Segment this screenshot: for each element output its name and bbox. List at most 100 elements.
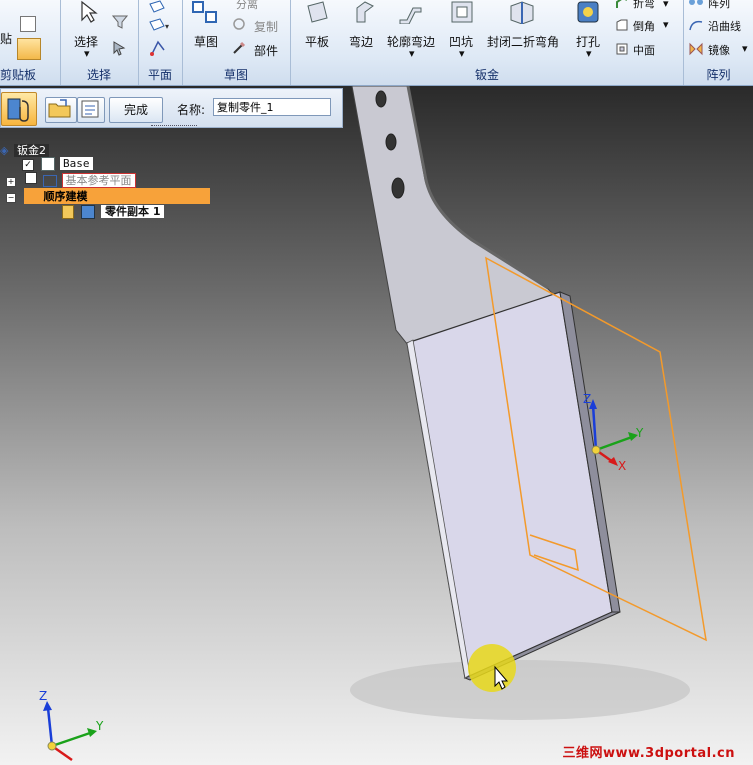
sheetmetal-group-label: 钣金 xyxy=(474,68,499,82)
separate-button[interactable]: 分离 xyxy=(236,0,258,12)
tree-ref-planes-label: 基本参考平面 xyxy=(61,173,136,188)
plane-group-label: 平面 xyxy=(147,68,172,82)
expand-icon[interactable]: + xyxy=(6,177,16,187)
options-button[interactable] xyxy=(77,97,105,123)
paperclip-icon xyxy=(7,98,29,122)
closed-corner-icon[interactable] xyxy=(507,0,537,24)
part-shadow xyxy=(350,660,690,720)
command-bar: 完成 名称: xyxy=(0,88,343,128)
flange-icon[interactable] xyxy=(353,0,379,24)
collapse-icon[interactable]: − xyxy=(6,193,16,203)
properties-icon xyxy=(81,100,99,118)
select-group: 选择 ▾ 选择 xyxy=(60,0,139,85)
tree-root[interactable]: ◈ 钣金2 xyxy=(0,142,49,158)
part-triad-y: Y xyxy=(635,426,644,440)
view-triad-y: Y xyxy=(95,719,104,733)
closed-corner-button[interactable]: 封闭二折弯角 xyxy=(487,33,559,50)
command-bar-grip[interactable] xyxy=(151,125,197,129)
bend-button[interactable]: 折弯 xyxy=(633,0,655,11)
part-triad-z: Z xyxy=(583,392,591,406)
coincident-plane-icon[interactable]: ▾ xyxy=(148,18,172,32)
sketch-group-label: 草图 xyxy=(223,68,248,82)
copy-part-step-button[interactable] xyxy=(1,92,37,126)
folder-icon xyxy=(48,99,71,118)
sketch-group: 草图 分离 复制 部件 草图 xyxy=(182,0,291,85)
cursor-highlight xyxy=(468,644,516,692)
flat-button[interactable]: 平板 xyxy=(305,33,329,50)
sheetmetal-doc-icon: ◈ xyxy=(0,144,9,157)
sheetmetal-group: 平板 弯边 轮廓弯边 ▾ 凹坑 ▾ 封闭二折弯角 打孔 ▾ 折弯 ▾ 倒角 ▾ … xyxy=(291,0,684,85)
sketch-icon[interactable] xyxy=(190,0,220,26)
clipboard-group: 贴 剪贴板 xyxy=(0,0,61,85)
midplane-icon[interactable] xyxy=(615,42,629,56)
contour-flange-icon[interactable] xyxy=(397,0,425,24)
tree-item-part-copy[interactable]: 零件副本 1 xyxy=(62,203,165,219)
tree-item-base[interactable]: ✓ Base xyxy=(22,157,93,171)
part-button[interactable]: 部件 xyxy=(254,42,278,59)
tree-item-ref-planes[interactable]: + 基本参考平面 xyxy=(6,172,136,188)
copy-icon[interactable] xyxy=(20,16,36,32)
copy-button[interactable]: 复制 xyxy=(254,18,278,35)
pattern-group: 阵列 沿曲线 镜像 ▾ 阵列 xyxy=(684,0,753,85)
pick-icon[interactable] xyxy=(112,40,128,56)
chamfer-dropdown-icon[interactable]: ▾ xyxy=(663,18,669,31)
punch-icon[interactable] xyxy=(575,0,601,24)
tree-item-ordered[interactable]: − 顺序建模 xyxy=(6,188,210,204)
name-label: 名称: xyxy=(177,103,206,117)
chamfer-icon[interactable] xyxy=(615,18,629,32)
base-checkbox[interactable]: ✓ xyxy=(22,159,34,171)
feature-icon xyxy=(80,205,95,219)
pattern-button[interactable]: 阵列 xyxy=(708,0,730,11)
paste-button[interactable]: 贴 xyxy=(0,30,12,47)
midplane-button[interactable]: 中面 xyxy=(633,42,655,58)
copy-sketch-icon[interactable] xyxy=(232,17,246,31)
ribbon-toolbar: 贴 剪贴板 选择 ▾ 选择 ▾ 平面 草图 分离 复制 部件 草图 平板 弯边 … xyxy=(0,0,753,86)
select-group-label: 选择 xyxy=(86,68,111,82)
coordinate-system-icon xyxy=(40,157,55,171)
clipboard-group-label: 剪贴板 xyxy=(0,68,37,82)
part-icon[interactable] xyxy=(232,41,246,55)
tree-root-label: 钣金2 xyxy=(13,144,49,157)
pathfinder-tree: ◈ 钣金2 ✓ Base + 基本参考平面 − 顺序建模 零件副本 1 xyxy=(0,140,210,220)
watermark: 三维网www.3dportal.cn xyxy=(562,746,735,761)
name-input[interactable] xyxy=(213,98,331,116)
sketch-button[interactable]: 草图 xyxy=(194,33,218,50)
axis-icon[interactable] xyxy=(148,38,168,58)
mirror-dropdown-icon[interactable]: ▾ xyxy=(742,42,748,55)
part-hole xyxy=(391,177,405,199)
tree-base-label: Base xyxy=(60,157,93,170)
along-curve-icon[interactable] xyxy=(688,18,704,32)
open-file-button[interactable] xyxy=(45,97,77,123)
along-curve-button[interactable]: 沿曲线 xyxy=(708,18,741,34)
view-triad: Z Y xyxy=(39,689,104,762)
pattern-icon[interactable] xyxy=(688,0,704,8)
mirror-button[interactable]: 镜像 xyxy=(708,42,730,58)
finish-button[interactable]: 完成 xyxy=(109,97,163,123)
paperclip-icon xyxy=(62,205,74,219)
flange-button[interactable]: 弯边 xyxy=(349,33,373,50)
format-painter-icon[interactable] xyxy=(17,38,41,60)
bend-dropdown-icon[interactable]: ▾ xyxy=(663,0,669,10)
select-dropdown-icon[interactable]: ▾ xyxy=(84,47,90,60)
bend-icon[interactable] xyxy=(615,0,629,10)
filter-icon[interactable] xyxy=(112,14,128,30)
part-hole xyxy=(375,90,387,108)
flat-icon[interactable] xyxy=(305,0,331,24)
ref-planes-checkbox[interactable] xyxy=(24,172,37,184)
view-triad-z: Z xyxy=(39,689,47,703)
ref-plane-icon xyxy=(43,175,57,187)
tree-ordered-label: 顺序建模 xyxy=(23,188,210,204)
contour-flange-dropdown-icon[interactable]: ▾ xyxy=(409,47,415,60)
plane-icon[interactable] xyxy=(148,0,166,14)
plane-group: ▾ 平面 xyxy=(138,0,183,85)
svg-text:▾: ▾ xyxy=(165,22,169,31)
select-arrow-icon[interactable] xyxy=(78,0,100,24)
dimple-dropdown-icon[interactable]: ▾ xyxy=(459,47,465,60)
punch-dropdown-icon[interactable]: ▾ xyxy=(586,47,592,60)
chamfer-button[interactable]: 倒角 xyxy=(633,18,655,34)
mirror-icon[interactable] xyxy=(688,42,704,56)
dimple-icon[interactable] xyxy=(449,0,475,24)
pattern-group-label: 阵列 xyxy=(706,68,731,82)
part-triad-x: X xyxy=(618,459,626,473)
tree-part-copy-label: 零件副本 1 xyxy=(101,205,165,218)
